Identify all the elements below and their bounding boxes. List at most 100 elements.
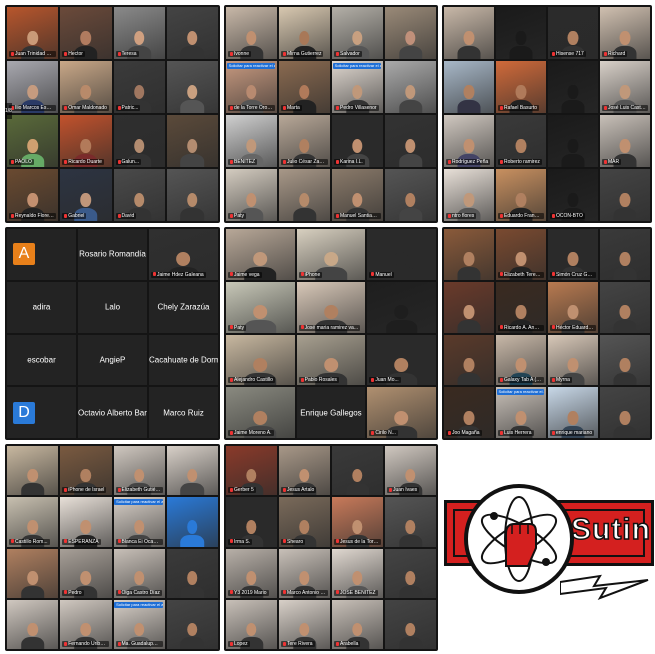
participant-tile[interactable]: enrique mariano: [548, 387, 598, 438]
participant-tile[interactable]: [166, 446, 218, 496]
participant-tile[interactable]: [548, 61, 598, 113]
participant-tile[interactable]: Rosario Romandía: [78, 229, 147, 280]
participant-tile[interactable]: Lalo: [78, 281, 147, 333]
participant-tile[interactable]: [367, 281, 436, 333]
participant-tile[interactable]: Marta: [279, 61, 330, 113]
participant-tile[interactable]: iPhone: [296, 229, 366, 280]
participant-tile[interactable]: D: [7, 387, 76, 438]
participant-tile[interactable]: Fernando Uribe Ibarra: [60, 599, 112, 649]
participant-tile[interactable]: Solicitar para reactivar el audio Pedro V…: [332, 61, 383, 113]
participant-tile[interactable]: Salvador: [332, 7, 383, 59]
participant-tile[interactable]: Eduardo Francisco Rob...: [496, 169, 546, 221]
participant-tile[interactable]: Ilio Marcos Esperanza...: [7, 61, 59, 113]
participant-tile[interactable]: Solicitar para reactivar el audio Ma. Gua…: [113, 599, 165, 649]
participant-tile[interactable]: Ivonne: [226, 7, 277, 59]
participant-tile[interactable]: Y3 2019 Mario: [226, 548, 277, 598]
participant-tile[interactable]: Lopez: [226, 599, 277, 649]
participant-tile[interactable]: Chely Zarazúa: [149, 281, 218, 333]
participant-tile[interactable]: [385, 599, 436, 649]
participant-tile[interactable]: José maria ramirez va...: [296, 281, 366, 333]
participant-tile[interactable]: Cirilo N...: [367, 387, 436, 438]
participant-tile[interactable]: Héctor Eduardo Consl...: [548, 281, 598, 333]
participant-tile[interactable]: Mirna Gutierrez: [279, 7, 330, 59]
participant-tile[interactable]: Ricardo Duarte: [60, 115, 112, 167]
participant-tile[interactable]: Simón Cruz Galindo: [548, 229, 598, 280]
participant-tile[interactable]: Gerber 5: [226, 446, 277, 496]
participant-tile[interactable]: Marco Antonio López...: [279, 548, 330, 598]
participant-tile[interactable]: Elizabeth Teresita Rom...: [496, 229, 546, 280]
participant-tile[interactable]: Solicitar para reactivar el audio Blanca …: [113, 497, 165, 547]
participant-tile[interactable]: ESPERANZA: [60, 497, 112, 547]
participant-tile[interactable]: Omar Maldonado: [60, 61, 112, 113]
participant-tile[interactable]: JOSE BENITEZ: [332, 548, 383, 598]
participant-tile[interactable]: Rodríguez Peña: [444, 115, 494, 167]
participant-tile[interactable]: [279, 169, 330, 221]
unmute-request-button[interactable]: Solicitar para reactivar el audio: [496, 389, 544, 396]
participant-tile[interactable]: Octavio Alberto Barr...: [78, 387, 147, 438]
participant-tile[interactable]: Tere Rivera: [279, 599, 330, 649]
participant-tile[interactable]: [166, 61, 218, 113]
participant-tile[interactable]: [166, 169, 218, 221]
participant-tile[interactable]: Paty: [226, 169, 277, 221]
participant-tile[interactable]: iPhone de Israel: [60, 446, 112, 496]
participant-tile[interactable]: [166, 599, 218, 649]
participant-tile[interactable]: Reynaldo Flores Ferrer: [7, 169, 59, 221]
participant-tile[interactable]: Irma S.: [226, 497, 277, 547]
participant-tile[interactable]: Pablo Rosales: [296, 334, 366, 386]
participant-tile[interactable]: escobar: [7, 334, 76, 386]
participant-tile[interactable]: Cacahuate de Dorm...: [149, 334, 218, 386]
participant-tile[interactable]: Jaime vega: [226, 229, 295, 280]
participant-tile[interactable]: Paty: [226, 281, 295, 333]
participant-tile[interactable]: [385, 61, 436, 113]
participant-tile[interactable]: Ricardo A. Anaya M.: [496, 281, 546, 333]
participant-tile[interactable]: Enrique Gallegos: [296, 387, 366, 438]
participant-tile[interactable]: Olga Castro Díaz: [113, 548, 165, 598]
participant-tile[interactable]: ntro flores: [444, 169, 494, 221]
participant-tile[interactable]: Pedro: [60, 548, 112, 598]
participant-tile[interactable]: Solicitar para reactivar el audio de la T…: [226, 61, 277, 113]
participant-tile[interactable]: [385, 497, 436, 547]
participant-tile[interactable]: Jesus Artalo: [279, 446, 330, 496]
participant-tile[interactable]: [385, 548, 436, 598]
participant-tile[interactable]: Juan Trinidad Rivera Dí...: [7, 7, 59, 59]
unmute-request-button[interactable]: Solicitar para reactivar el audio: [226, 63, 275, 69]
participant-tile[interactable]: Elizabeth Gutiérrez Lá...: [113, 446, 165, 496]
participant-tile[interactable]: Myrna: [548, 334, 598, 386]
participant-tile[interactable]: [166, 115, 218, 167]
participant-tile[interactable]: [548, 115, 598, 167]
participant-tile[interactable]: [166, 7, 218, 59]
participant-tile[interactable]: Shearo: [279, 497, 330, 547]
participant-tile[interactable]: Julio César Zamora: [279, 115, 330, 167]
participant-tile[interactable]: Solicitar para reactivar el audio Luis He…: [496, 387, 546, 438]
participant-tile[interactable]: Jesus de la Torre Orozco: [332, 497, 383, 547]
participant-tile[interactable]: [444, 61, 494, 113]
participant-tile[interactable]: Jaime Moreno A.: [226, 387, 295, 438]
participant-tile[interactable]: MAR: [600, 115, 650, 167]
participant-tile[interactable]: A: [7, 229, 76, 280]
participant-tile[interactable]: BENITEZ: [226, 115, 277, 167]
participant-tile[interactable]: Rafael Basurto: [496, 61, 546, 113]
participant-tile[interactable]: PAOLO: [7, 115, 59, 167]
participant-tile[interactable]: Castillo Rom...: [7, 497, 59, 547]
participant-tile[interactable]: Hisense 717: [548, 7, 598, 59]
participant-tile[interactable]: Gabriel: [60, 169, 112, 221]
participant-tile[interactable]: David: [113, 169, 165, 221]
participant-tile[interactable]: Patric...: [113, 61, 165, 113]
participant-tile[interactable]: Hector: [60, 7, 112, 59]
participant-tile[interactable]: [444, 7, 494, 59]
participant-tile[interactable]: Karina I.L.: [332, 115, 383, 167]
participant-tile[interactable]: [7, 446, 59, 496]
participant-tile[interactable]: Richard: [600, 7, 650, 59]
participant-tile[interactable]: [496, 7, 546, 59]
participant-tile[interactable]: [166, 548, 218, 598]
unmute-request-button[interactable]: Solicitar para reactivar el audio: [114, 499, 163, 506]
participant-tile[interactable]: Teresa: [113, 7, 165, 59]
participant-tile[interactable]: Joo Magaña: [444, 387, 494, 438]
participant-tile[interactable]: [444, 229, 494, 280]
participant-tile[interactable]: Marco Ruiz: [149, 387, 218, 438]
participant-tile[interactable]: [385, 169, 436, 221]
participant-tile[interactable]: [600, 169, 650, 221]
participant-tile[interactable]: [385, 115, 436, 167]
gallery-pager[interactable]: 1/8: [5, 103, 12, 120]
participant-tile[interactable]: Manuel: [367, 229, 436, 280]
